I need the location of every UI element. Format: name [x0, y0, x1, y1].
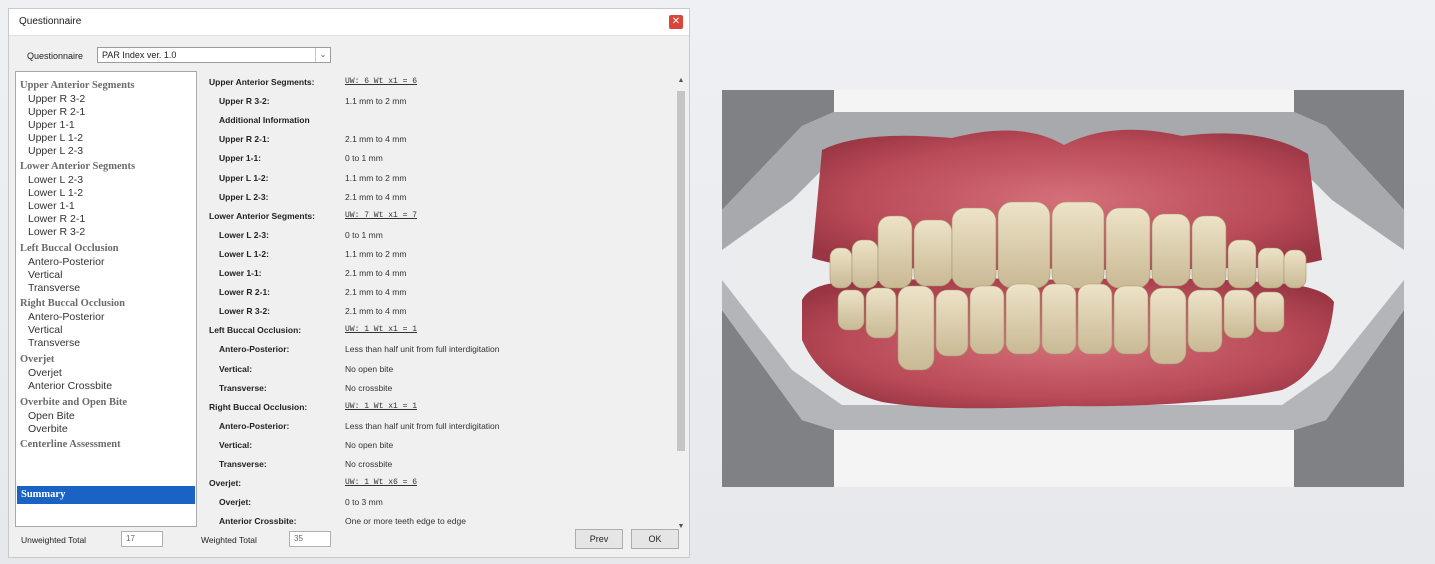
prev-button[interactable]: Prev [575, 529, 623, 549]
summary-scrollbar[interactable]: ▲ ▼ [675, 75, 687, 533]
summary-score: UW: 1 Wt x6 = 6 [345, 478, 418, 488]
tree-item[interactable]: Anterior Crossbite [28, 380, 112, 392]
tree-item[interactable]: Lower 1-1 [28, 200, 75, 212]
section-tree[interactable]: Upper Anterior Segments Upper R 3-2 Upper … [15, 71, 197, 527]
tree-item[interactable]: Upper R 2-1 [28, 106, 85, 118]
tree-item[interactable]: Open Bite [28, 410, 75, 422]
summary-row-value: 0 to 3 mm [345, 497, 383, 508]
tree-item[interactable]: Transverse [28, 337, 80, 349]
summary-row-label: Lower L 1-2: [219, 248, 269, 259]
summary-row-label: Additional Information [219, 115, 310, 126]
summary-row-value: 2.1 mm to 4 mm [345, 268, 407, 278]
summary-row-label: Lower R 3-2: [219, 306, 271, 317]
summary-row-label: Lower 1-1: [219, 268, 262, 278]
tree-item[interactable]: Overbite [28, 423, 68, 435]
tree-item[interactable]: Upper L 2-3 [28, 145, 83, 157]
tree-item[interactable]: Lower L 2-3 [28, 174, 83, 186]
tree-item[interactable]: Vertical [28, 269, 62, 281]
close-button[interactable]: ✕ [669, 15, 683, 29]
summary-row-label: Vertical: [219, 439, 253, 450]
scroll-up-icon[interactable]: ▲ [675, 75, 687, 87]
weighted-total-field[interactable]: 35 [289, 531, 331, 547]
summary-row-value: Less than half unit from full interdigit… [345, 344, 500, 355]
tree-group[interactable]: Lower Anterior Segments [20, 161, 135, 172]
summary-row-label: Transverse: [219, 382, 267, 393]
tree-item[interactable]: Lower L 1-2 [28, 187, 83, 199]
summary-row-value: No crossbite [345, 459, 393, 469]
tree-group[interactable]: Right Buccal Occlusion [20, 298, 125, 309]
tree-item[interactable]: Overjet [28, 367, 62, 379]
dental-model-viewer[interactable] [722, 90, 1404, 487]
summary-row-value: 2.1 mm to 4 mm [345, 306, 407, 317]
tree-item[interactable]: Upper L 1-2 [28, 132, 83, 144]
tree-item[interactable]: Lower R 3-2 [28, 226, 85, 238]
summary-row-label: Vertical: [219, 363, 253, 374]
summary-row-value: No open bite [345, 439, 394, 450]
summary-row-value: No open bite [345, 363, 394, 374]
questionnaire-label: Questionnaire [27, 51, 84, 61]
summary-row-value: 1.1 mm to 2 mm [345, 248, 407, 259]
tree-item[interactable]: Antero-Posterior [28, 311, 104, 323]
summary-score: UW: 6 Wt x1 = 6 [345, 77, 418, 86]
window-title: Questionnaire [19, 16, 82, 27]
title-bar[interactable]: Questionnaire ✕ [9, 9, 689, 36]
weighted-total-label: Weighted Total [201, 535, 257, 545]
summary-row-label: Transverse: [219, 459, 267, 469]
summary-row-value: 1.1 mm to 2 mm [345, 172, 407, 183]
tree-item[interactable]: Antero-Posterior [28, 256, 104, 268]
tree-item[interactable]: Upper 1-1 [28, 119, 75, 131]
tree-group[interactable]: Overjet [20, 354, 54, 365]
tree-item[interactable]: Upper R 3-2 [28, 93, 85, 105]
questionnaire-select[interactable]: PAR Index ver. 1.0 ⌄ [97, 47, 331, 63]
summary-section-label: Left Buccal Occlusion: [209, 325, 302, 336]
summary-row-value: 0 to 1 mm [345, 153, 383, 164]
summary-row-label: Lower R 2-1: [219, 287, 271, 298]
summary-row-value: 0 to 1 mm [345, 229, 383, 240]
unweighted-total-field[interactable]: 17 [121, 531, 163, 547]
summary-section-label: Upper Anterior Segments: [209, 77, 315, 87]
chevron-down-icon[interactable]: ⌄ [315, 48, 330, 62]
ok-button[interactable]: OK [631, 529, 679, 549]
summary-row-label: Overjet: [219, 497, 252, 508]
dental-model-render [722, 90, 1404, 487]
summary-row-label: Upper R 3-2: [219, 96, 270, 107]
tree-item-summary-label: Summary [21, 489, 66, 500]
questionnaire-dialog: Questionnaire ✕ Questionnaire PAR Index … [8, 8, 690, 558]
summary-row-value: 1.1 mm to 2 mm [345, 96, 407, 107]
summary-row-label: Antero-Posterior: [219, 344, 290, 355]
tree-group[interactable]: Overbite and Open Bite [20, 397, 127, 408]
summary-score: UW: 1 Wt x1 = 1 [345, 325, 418, 335]
summary-section-label: Right Buccal Occlusion: [209, 401, 308, 412]
tree-group[interactable]: Left Buccal Occlusion [20, 243, 119, 254]
summary-row-label: Upper 1-1: [219, 153, 262, 164]
tree-item[interactable]: Transverse [28, 282, 80, 294]
summary-row-label: Lower L 2-3: [219, 229, 269, 240]
summary-row-value: No crossbite [345, 382, 393, 393]
summary-row-label: Anterior Crossbite: [219, 516, 297, 527]
tree-group[interactable]: Upper Anterior Segments [20, 80, 135, 91]
tree-item-summary[interactable]: Summary [17, 486, 195, 504]
tree-group[interactable]: Centerline Assessment [20, 439, 121, 450]
screen: Questionnaire ✕ Questionnaire PAR Index … [0, 0, 1435, 564]
summary-section-label: Lower Anterior Segments: [209, 210, 315, 221]
summary-row-value: One or more teeth edge to edge [345, 516, 466, 527]
summary-score: UW: 7 Wt x1 = 7 [345, 210, 418, 220]
questionnaire-selected-value: PAR Index ver. 1.0 [102, 50, 177, 60]
summary-panel: Upper Anterior Segments: UW: 6 Wt x1 = 6 U… [205, 71, 675, 531]
summary-row-value: 2.1 mm to 4 mm [345, 287, 407, 298]
unweighted-total-label: Unweighted Total [21, 535, 87, 545]
summary-score: UW: 1 Wt x1 = 1 [345, 401, 418, 411]
summary-row-value: Less than half unit from full interdigit… [345, 420, 500, 431]
tree-item[interactable]: Lower R 2-1 [28, 213, 85, 225]
summary-row-label: Upper R 2-1: [219, 134, 270, 145]
tree-item[interactable]: Vertical [28, 324, 62, 336]
close-icon: ✕ [671, 16, 681, 27]
summary-row-value: 2.1 mm to 4 mm [345, 134, 407, 145]
summary-row-value: 2.1 mm to 4 mm [345, 191, 407, 202]
summary-section-label: Overjet: [209, 478, 242, 489]
scroll-thumb[interactable] [677, 91, 685, 451]
summary-row-label: Upper L 2-3: [219, 191, 269, 202]
summary-row-label: Antero-Posterior: [219, 420, 290, 431]
summary-row-label: Upper L 1-2: [219, 172, 269, 183]
